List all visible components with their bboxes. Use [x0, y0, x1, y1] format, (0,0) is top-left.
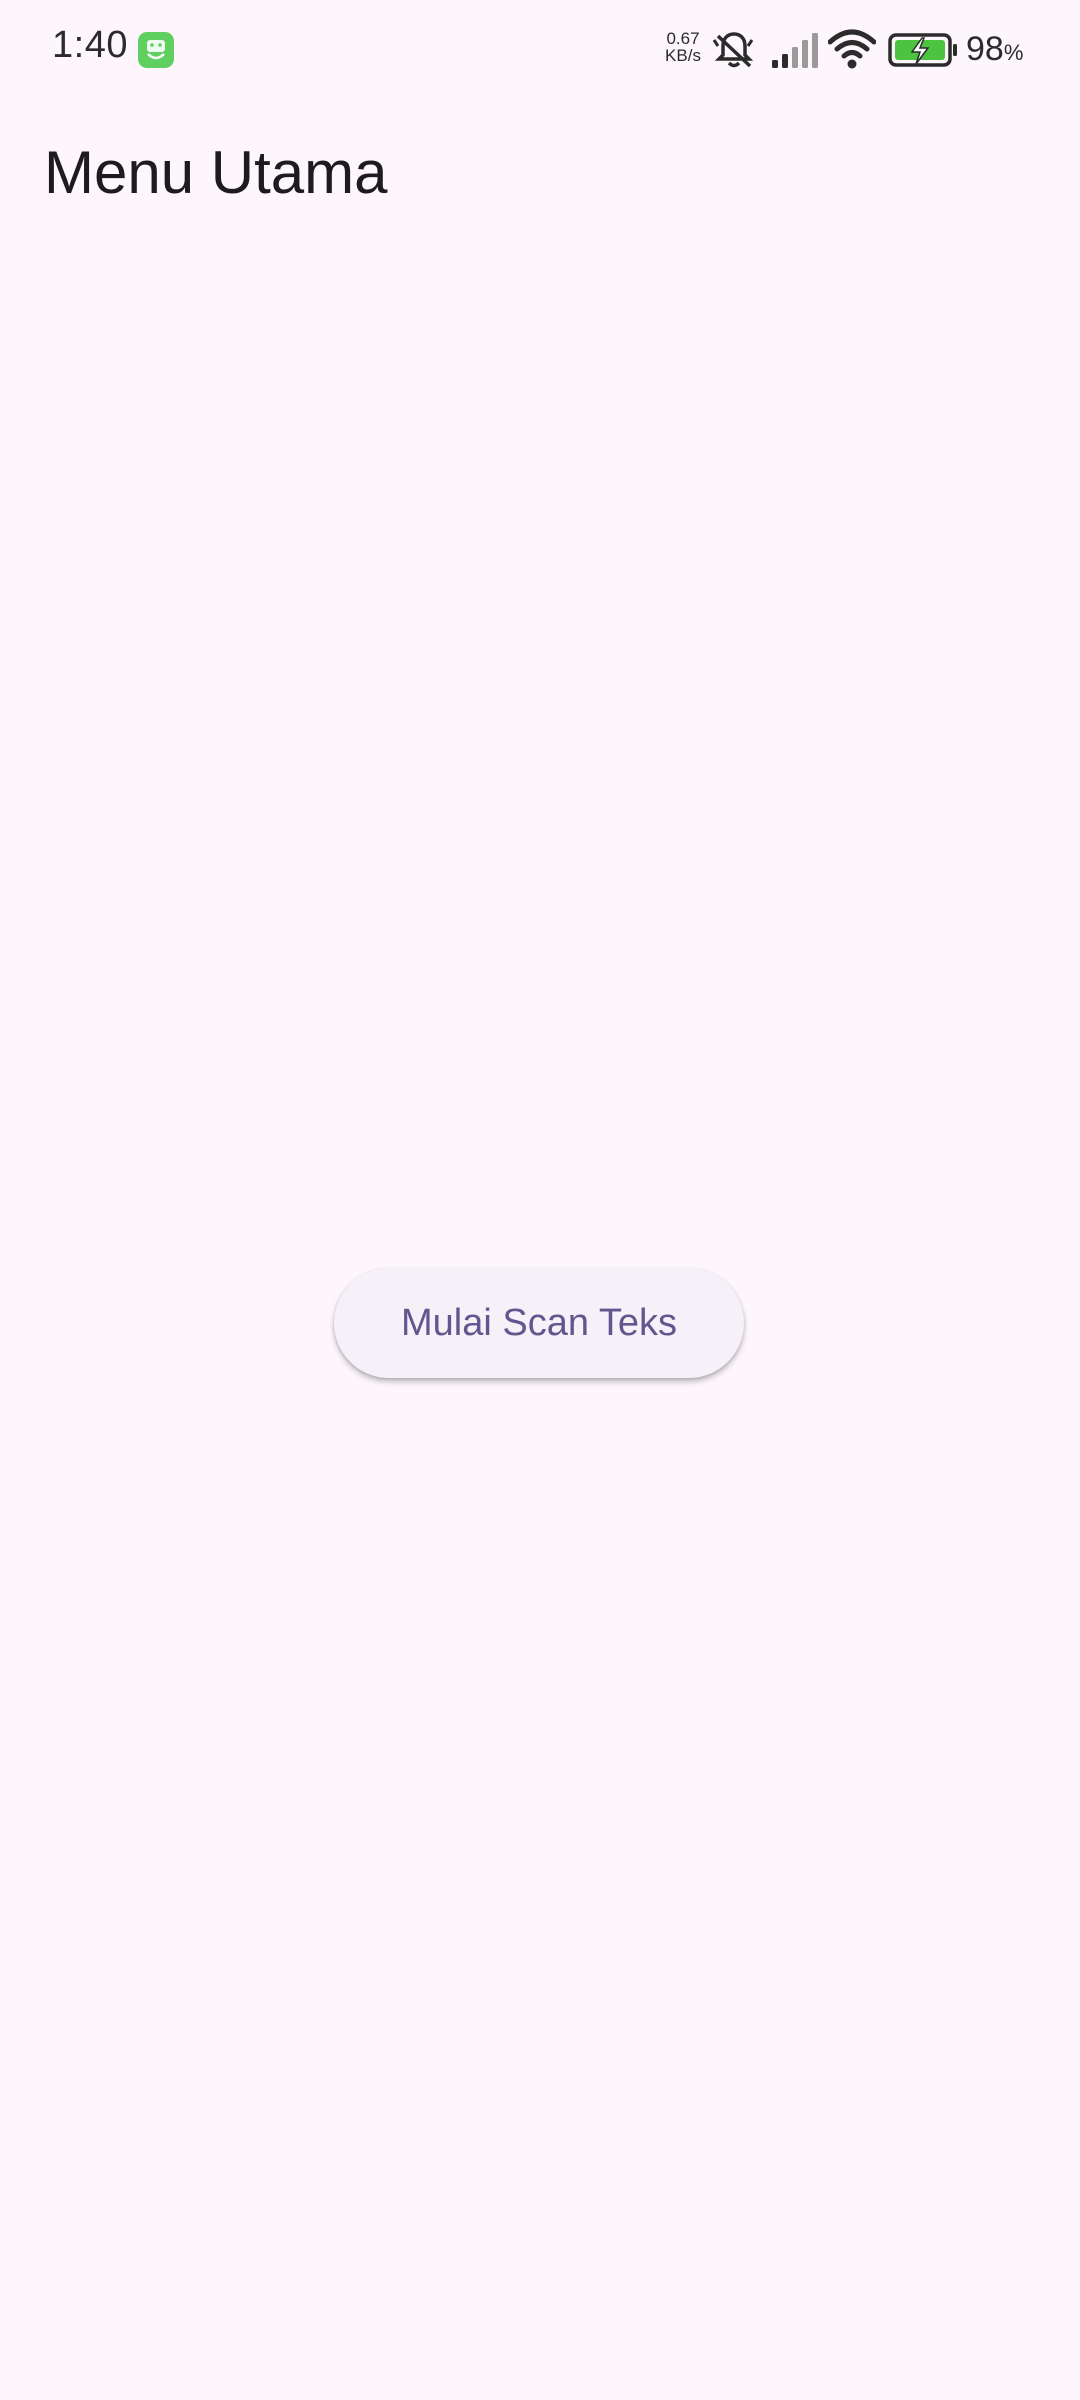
app-notification-icon: [138, 32, 174, 68]
page-title: Menu Utama: [44, 139, 388, 206]
status-time: 1:40: [52, 24, 128, 66]
signal-icon: [770, 28, 818, 77]
network-speed: 0.67 KB/s: [660, 30, 706, 64]
battery-percentage: 98%: [966, 30, 1023, 69]
battery-charging-icon: [888, 28, 960, 77]
wifi-icon: [827, 28, 877, 77]
network-speed-value: 0.67: [666, 29, 700, 48]
start-scan-button[interactable]: Mulai Scan Teks: [334, 1268, 744, 1378]
battery-value: 98: [966, 30, 1004, 68]
bell-muted-icon: [712, 28, 756, 77]
status-bar: 1:40 0.67 KB/s 98%: [0, 0, 1080, 100]
network-speed-unit: KB/s: [665, 46, 701, 65]
battery-unit: %: [1003, 40, 1024, 65]
